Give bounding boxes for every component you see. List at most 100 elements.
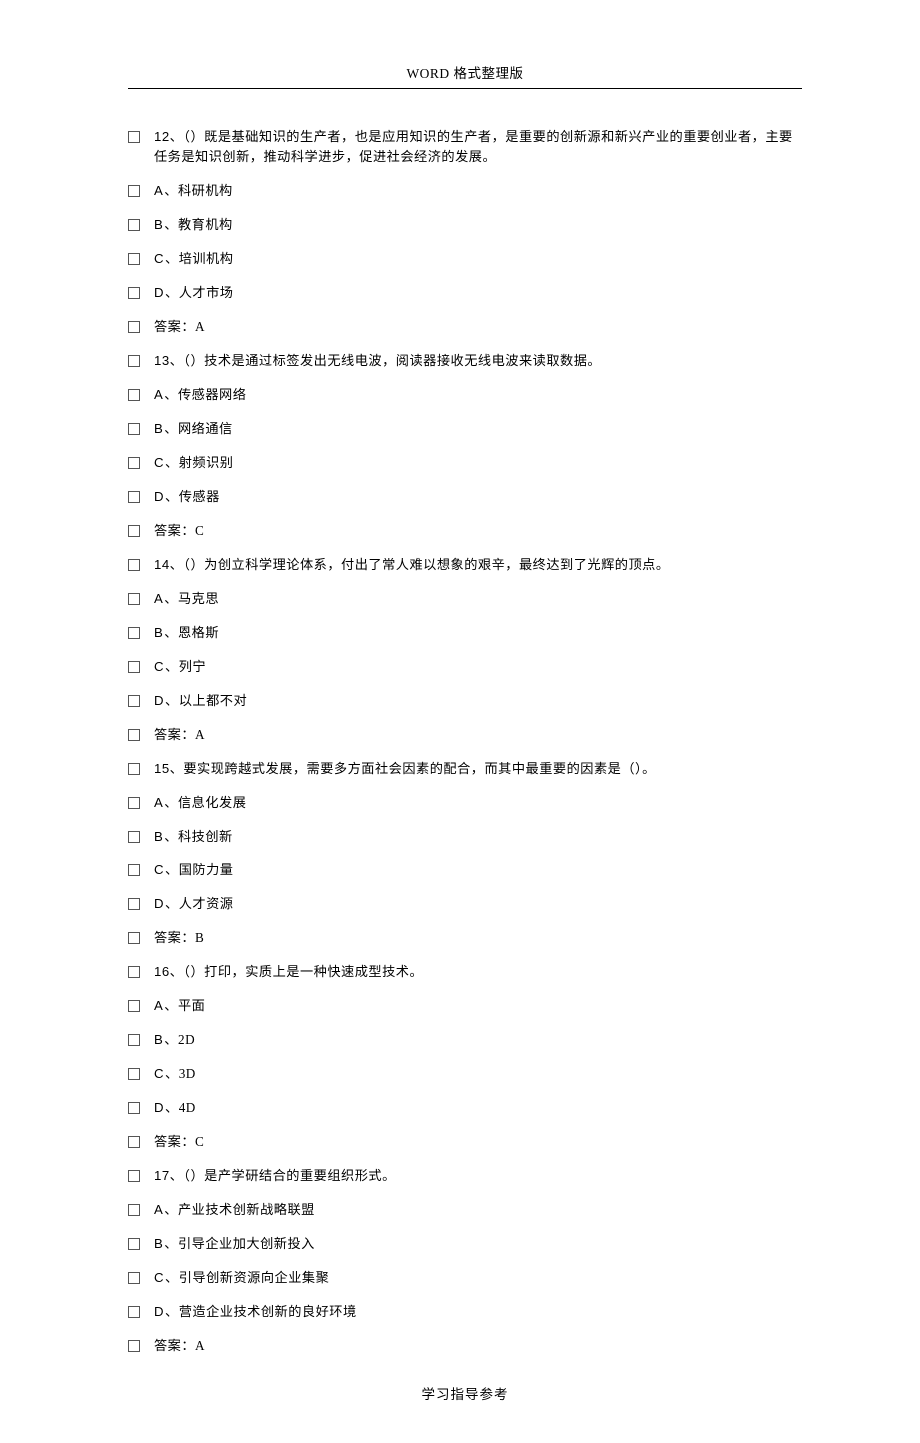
question-line: 16、（）打印，实质上是一种快速成型技术。 (128, 962, 802, 982)
option-text: D、人才资源 (154, 894, 233, 914)
option-text: A、信息化发展 (154, 793, 246, 813)
checkbox-icon[interactable] (128, 525, 140, 537)
option-line: A、马克思 (128, 589, 802, 609)
question-line: 17、（）是产学研结合的重要组织形式。 (128, 1166, 802, 1186)
checkbox-icon[interactable] (128, 1170, 140, 1182)
checkbox-icon[interactable] (128, 593, 140, 605)
checkbox-icon[interactable] (128, 219, 140, 231)
checkbox-icon[interactable] (128, 932, 140, 944)
option-text: A、科研机构 (154, 181, 233, 201)
option-line: C、射频识别 (128, 453, 802, 473)
option-text: C、培训机构 (154, 249, 233, 269)
option-line: C、培训机构 (128, 249, 802, 269)
option-line: C、国防力量 (128, 860, 802, 880)
option-line: A、传感器网络 (128, 385, 802, 405)
checkbox-icon[interactable] (128, 287, 140, 299)
checkbox-icon[interactable] (128, 695, 140, 707)
checkbox-icon[interactable] (128, 423, 140, 435)
checkbox-icon[interactable] (128, 1000, 140, 1012)
checkbox-icon[interactable] (128, 729, 140, 741)
question-line: 14、（）为创立科学理论体系，付出了常人难以想象的艰辛，最终达到了光辉的顶点。 (128, 555, 802, 575)
option-text: B、科技创新 (154, 827, 233, 847)
option-line: A、产业技术创新战略联盟 (128, 1200, 802, 1220)
checkbox-icon[interactable] (128, 966, 140, 978)
option-line: B、科技创新 (128, 827, 802, 847)
option-line: D、营造企业技术创新的良好环境 (128, 1302, 802, 1322)
checkbox-icon[interactable] (128, 1136, 140, 1148)
checkbox-icon[interactable] (128, 763, 140, 775)
checkbox-icon[interactable] (128, 797, 140, 809)
option-text: B、恩格斯 (154, 623, 219, 643)
checkbox-icon[interactable] (128, 1272, 140, 1284)
answer-line: 答案：C (128, 521, 802, 541)
question-text: 17、（）是产学研结合的重要组织形式。 (154, 1166, 396, 1186)
option-line: B、2D (128, 1030, 802, 1050)
page-header: WORD 格式整理版 (128, 62, 802, 88)
option-text: B、2D (154, 1030, 195, 1050)
checkbox-icon[interactable] (128, 864, 140, 876)
checkbox-icon[interactable] (128, 1204, 140, 1216)
answer-line: 答案：C (128, 1132, 802, 1152)
checkbox-icon[interactable] (128, 457, 140, 469)
option-line: B、网络通信 (128, 419, 802, 439)
checkbox-icon[interactable] (128, 661, 140, 673)
answer-text: 答案：B (154, 928, 204, 948)
option-text: A、平面 (154, 996, 205, 1016)
checkbox-icon[interactable] (128, 1068, 140, 1080)
option-text: A、马克思 (154, 589, 219, 609)
checkbox-icon[interactable] (128, 253, 140, 265)
option-line: D、人才资源 (128, 894, 802, 914)
option-text: C、3D (154, 1064, 196, 1084)
option-line: B、引导企业加大创新投入 (128, 1234, 802, 1254)
option-line: C、引导创新资源向企业集聚 (128, 1268, 802, 1288)
question-text: 12、（）既是基础知识的生产者，也是应用知识的生产者，是重要的创新源和新兴产业的… (154, 127, 802, 168)
option-line: A、信息化发展 (128, 793, 802, 813)
checkbox-icon[interactable] (128, 321, 140, 333)
option-text: B、引导企业加大创新投入 (154, 1234, 315, 1254)
option-text: A、传感器网络 (154, 385, 246, 405)
option-text: D、营造企业技术创新的良好环境 (154, 1302, 357, 1322)
checkbox-icon[interactable] (128, 131, 140, 143)
option-text: D、以上都不对 (154, 691, 247, 711)
question-text: 16、（）打印，实质上是一种快速成型技术。 (154, 962, 423, 982)
answer-text: 答案：A (154, 317, 205, 337)
checkbox-icon[interactable] (128, 389, 140, 401)
question-line: 12、（）既是基础知识的生产者，也是应用知识的生产者，是重要的创新源和新兴产业的… (128, 127, 802, 168)
checkbox-icon[interactable] (128, 1102, 140, 1114)
option-text: D、人才市场 (154, 283, 233, 303)
checkbox-icon[interactable] (128, 355, 140, 367)
option-line: D、人才市场 (128, 283, 802, 303)
checkbox-icon[interactable] (128, 1306, 140, 1318)
option-line: A、科研机构 (128, 181, 802, 201)
option-line: D、以上都不对 (128, 691, 802, 711)
question-text: 14、（）为创立科学理论体系，付出了常人难以想象的艰辛，最终达到了光辉的顶点。 (154, 555, 670, 575)
option-text: C、国防力量 (154, 860, 233, 880)
answer-line: 答案：A (128, 317, 802, 337)
answer-text: 答案：A (154, 1336, 205, 1356)
checkbox-icon[interactable] (128, 185, 140, 197)
option-line: D、传感器 (128, 487, 802, 507)
checkbox-icon[interactable] (128, 831, 140, 843)
checkbox-icon[interactable] (128, 1340, 140, 1352)
option-text: B、教育机构 (154, 215, 233, 235)
option-text: D、传感器 (154, 487, 220, 507)
checkbox-icon[interactable] (128, 898, 140, 910)
answer-text: 答案：C (154, 521, 204, 541)
option-text: B、网络通信 (154, 419, 233, 439)
answer-line: 答案：A (128, 1336, 802, 1356)
option-line: A、平面 (128, 996, 802, 1016)
option-line: D、4D (128, 1098, 802, 1118)
option-text: D、4D (154, 1098, 196, 1118)
checkbox-icon[interactable] (128, 627, 140, 639)
checkbox-icon[interactable] (128, 1034, 140, 1046)
option-line: C、3D (128, 1064, 802, 1084)
question-text: 15、要实现跨越式发展，需要多方面社会因素的配合，而其中最重要的因素是（）。 (154, 759, 656, 779)
checkbox-icon[interactable] (128, 491, 140, 503)
option-text: C、引导创新资源向企业集聚 (154, 1268, 329, 1288)
checkbox-icon[interactable] (128, 559, 140, 571)
question-line: 15、要实现跨越式发展，需要多方面社会因素的配合，而其中最重要的因素是（）。 (128, 759, 802, 779)
answer-line: 答案：B (128, 928, 802, 948)
checkbox-icon[interactable] (128, 1238, 140, 1250)
option-line: B、恩格斯 (128, 623, 802, 643)
option-line: B、教育机构 (128, 215, 802, 235)
